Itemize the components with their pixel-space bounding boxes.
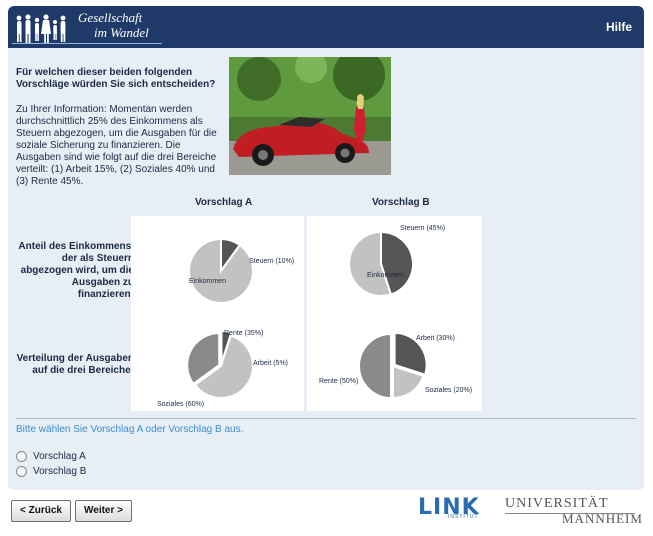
row-label-tax-share: Anteil des Einkommens, der als Steuern a… — [18, 241, 134, 300]
pie-a-label-arbeit: Arbeit (5%) — [253, 360, 288, 367]
pie-b-label-soziales: Soziales (20%) — [425, 387, 472, 394]
radio-vorschlag-a[interactable] — [16, 451, 27, 462]
vorschlag-a-panel: Steuern (10%) Einkommen Rente (35%) Arbe… — [131, 216, 304, 411]
pie-b-label-arbeit: Arbeit (30%) — [416, 335, 455, 342]
pie-a-label-soziales: Soziales (60%) — [157, 401, 204, 408]
question-info: Zu Ihrer Information: Momentan werden du… — [16, 104, 217, 187]
option-vorschlag-a[interactable]: Vorschlag A — [16, 451, 86, 462]
pie-a-tax — [188, 237, 254, 304]
back-button[interactable]: < Zurück — [11, 500, 71, 522]
option-label-a: Vorschlag A — [33, 451, 86, 462]
vorschlag-a-charts: Steuern (10%) Einkommen Rente (35%) Arbe… — [157, 237, 294, 408]
vorschlag-b-charts: Steuern (45%) Einkommen Arbeit (30%) Ren… — [319, 225, 472, 400]
pie-slice-einkommen — [188, 237, 254, 304]
car-photo — [229, 57, 391, 175]
university-logo-line1: UNIVERSITÄT — [505, 496, 609, 511]
pie-a-tax-label-einkommen: Einkommen — [189, 278, 226, 285]
pie-a-label-rente: Rente (35%) — [224, 330, 263, 337]
pie-b-tax-label-einkommen: Einkommen — [367, 272, 404, 279]
column-header-a: Vorschlag A — [195, 197, 253, 208]
option-label-b: Vorschlag B — [33, 466, 87, 477]
question-title: Für welchen dieser beiden folgenden Vors… — [16, 67, 216, 90]
vorschlag-b-panel: Steuern (45%) Einkommen Arbeit (30%) Ren… — [307, 216, 482, 411]
people-logo-icon — [16, 14, 66, 43]
header-bar: Gesellschaft im Wandel Hilfe — [8, 6, 644, 48]
pie-slice-rente — [358, 332, 392, 400]
column-header-b: Vorschlag B — [372, 197, 430, 208]
link-institut-subtitle: INSTITUT — [448, 514, 479, 520]
option-vorschlag-b[interactable]: Vorschlag B — [16, 466, 86, 477]
pie-a-spending — [186, 330, 254, 399]
pie-b-tax-label-steuern: Steuern (45%) — [400, 225, 445, 232]
survey-frame: Gesellschaft im Wandel Hilfe Für welchen… — [8, 6, 644, 490]
brand-title-line2: im Wandel — [94, 25, 149, 40]
radio-vorschlag-b[interactable] — [16, 466, 27, 477]
section-divider — [16, 418, 636, 419]
row-label-spending-split: Verteilung der Ausgaben auf die drei Ber… — [16, 353, 134, 376]
pie-b-spending — [358, 331, 428, 400]
brand-underline — [12, 43, 162, 44]
brand-title-line1: Gesellschaft — [78, 10, 143, 25]
instruction-text: Bitte wählen Sie Vorschlag A oder Vorsch… — [16, 424, 244, 435]
pie-b-tax — [348, 230, 414, 297]
university-logo-line2: MANNHEIM — [562, 511, 643, 526]
pie-b-label-rente: Rente (50%) — [319, 378, 358, 385]
help-link[interactable]: Hilfe — [606, 20, 632, 34]
pie-a-tax-label-steuern: Steuern (10%) — [249, 258, 294, 265]
next-button[interactable]: Weiter > — [75, 500, 132, 522]
